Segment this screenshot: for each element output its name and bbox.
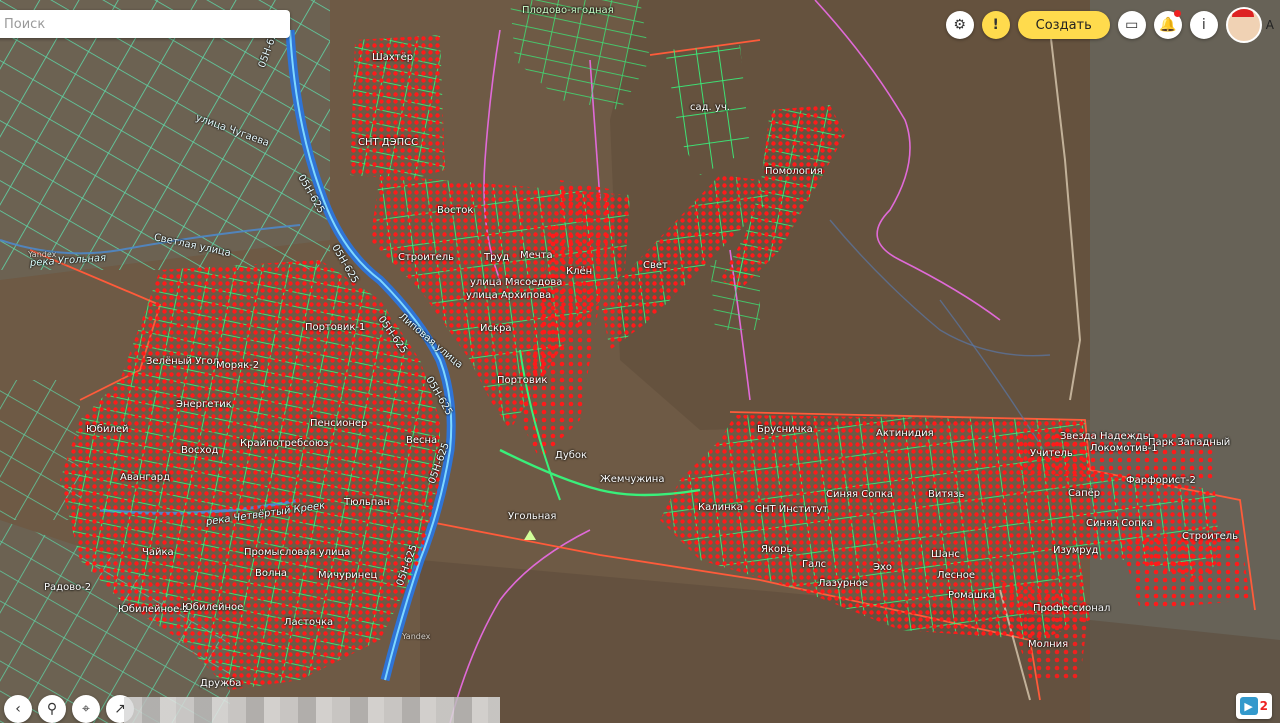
user-initial: А bbox=[1265, 18, 1274, 32]
play-icon[interactable]: ▶ bbox=[1239, 697, 1258, 715]
blurred-status-bar bbox=[124, 697, 500, 723]
info-icon[interactable]: i bbox=[1189, 11, 1218, 39]
avatar[interactable] bbox=[1225, 7, 1262, 43]
notification-count: 2 bbox=[1259, 699, 1268, 713]
create-button[interactable]: Создать bbox=[1017, 11, 1110, 39]
notification-dot bbox=[1173, 10, 1181, 17]
gear-icon[interactable]: ⚙ bbox=[945, 11, 974, 39]
terrain-right bbox=[1090, 0, 1280, 723]
search-bar[interactable] bbox=[0, 10, 290, 38]
bottom-toolbar: ‹ ⚲ ⌖ ↗ bbox=[0, 695, 134, 723]
santa-hat-icon bbox=[1231, 9, 1254, 17]
search-input[interactable] bbox=[2, 15, 266, 33]
notification-widget[interactable]: ▶ 2 bbox=[1235, 693, 1272, 719]
pedestrian-icon[interactable]: ⚲ bbox=[38, 695, 66, 723]
city-grid bbox=[0, 0, 330, 270]
collapse-icon[interactable]: ‹ bbox=[4, 695, 32, 723]
warning-button[interactable]: ! bbox=[981, 11, 1010, 39]
chat-icon[interactable]: ▭ bbox=[1117, 11, 1146, 39]
location-pin-icon[interactable]: ⌖ bbox=[72, 695, 100, 723]
top-toolbar: ⚙ ! Создать ▭ 🔔 i А bbox=[945, 6, 1280, 44]
bell-icon[interactable]: 🔔 bbox=[1153, 10, 1182, 39]
map-canvas[interactable] bbox=[0, 0, 1280, 723]
